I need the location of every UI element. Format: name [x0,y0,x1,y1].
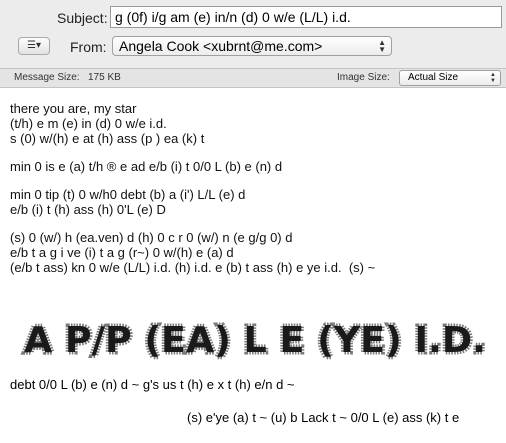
subject-label: Subject: [57,10,108,26]
message-info-bar: Message Size: 175 KB Image Size: Actual … [0,68,506,88]
select-arrows-icon: ▲ ▼ [490,72,496,84]
body-line: there you are, my star [10,101,137,116]
body-line: (s) 0 (w/) h (ea.ven) d (h) 0 c r 0 (w/)… [10,230,293,245]
body-line: min 0 is e (a) t/h ® e ad e/b (i) t 0/0 … [10,159,283,174]
from-select[interactable]: Angela Cook <xubrnt@me.com> ▲ ▼ [112,36,392,56]
body-line: min 0 tip (t) 0 w/h0 debt (b) a (i') L/L… [10,187,246,202]
closing-line: debt 0/0 L (b) e (n) d ~ g's us t (h) e … [10,377,295,392]
image-size-value: Actual Size [408,72,459,83]
signature-line: (s) e'ye (a) t ~ (u) b Lack t ~ 0/0 L (e… [187,410,460,425]
list-options-button[interactable]: ☰▾ [18,37,50,55]
message-size-label: Message Size: [14,72,80,83]
message-body[interactable]: there you are, my star (t/h) e m (e) in … [10,101,500,275]
body-line: (t/h) e m (e) in (d) 0 w/e i.d. [10,116,167,131]
image-size-label: Image Size: [337,72,390,83]
message-size-value: 175 KB [88,72,121,83]
body-line: e/b (i) t (h) ass (h) 0'L (e) D [10,202,166,217]
stylized-banner-image: A P/P (EA) L E (YE) I.D. A P/P (EA) L E … [22,318,489,364]
from-label: From: [70,39,107,55]
list-menu-icon: ☰▾ [27,40,41,51]
banner-text: A P/P (EA) L E (YE) I.D. [24,320,486,361]
image-size-select[interactable]: Actual Size ▲ ▼ [399,70,501,86]
select-arrows-icon: ▲ ▼ [378,38,386,54]
compose-header: Subject: g (0f) i/g am (e) in/n (d) 0 w/… [0,0,506,68]
body-line: s (0) w/(h) e at (h) ass (p ) ea (k) t [10,131,205,146]
body-line: (e/b t ass) kn 0 w/e (L/L) i.d. (h) i.d.… [10,260,376,275]
subject-input[interactable]: g (0f) i/g am (e) in/n (d) 0 w/e (L/L) i… [110,6,502,28]
body-line: e/b t a g i ve (i) t a g (r~) 0 w/(h) e … [10,245,234,260]
from-value: Angela Cook <xubrnt@me.com> [119,38,323,54]
